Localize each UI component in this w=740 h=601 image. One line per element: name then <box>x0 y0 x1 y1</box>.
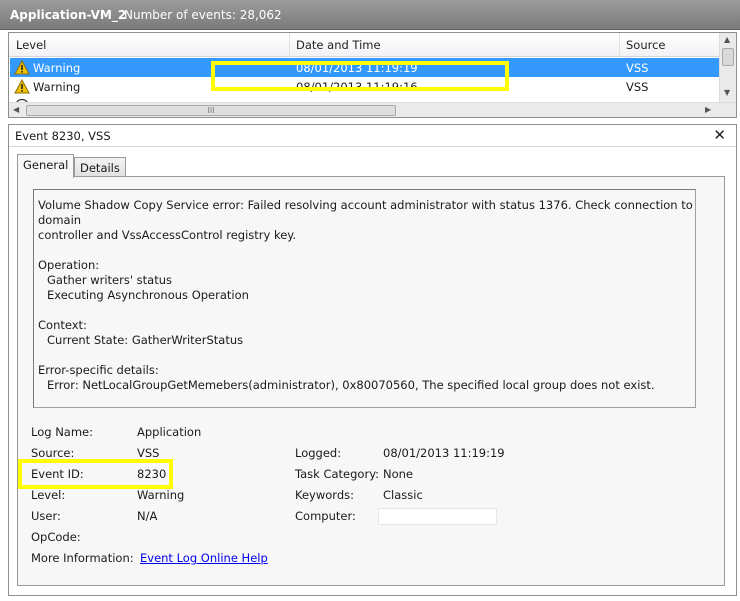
log-name-value: Application <box>137 425 202 439</box>
scroll-down-icon[interactable]: ▼ <box>724 88 730 97</box>
logged-label: Logged: <box>295 446 342 460</box>
row-level: Warning <box>33 61 81 75</box>
scroll-thumb[interactable] <box>722 48 734 66</box>
opcode-label: OpCode: <box>31 530 81 544</box>
event-count: Number of events: 28,062 <box>124 8 282 22</box>
log-title: Application-VM_2 <box>10 8 127 22</box>
column-divider[interactable] <box>289 33 290 57</box>
user-value: N/A <box>137 509 158 523</box>
scroll-up-icon[interactable]: ▲ <box>724 35 730 44</box>
logged-value: 08/01/2013 11:19:19 <box>383 446 505 460</box>
column-header-source[interactable]: Source <box>626 38 666 52</box>
description-line: Error-specific details: <box>38 363 159 377</box>
list-header: Level Date and Time Source <box>9 33 719 57</box>
description-line: Volume Shadow Copy Service error: Failed… <box>38 198 693 227</box>
description-line: controller and VssAccessControl registry… <box>38 228 297 242</box>
tab-general[interactable]: General <box>17 154 75 178</box>
description-line: Error: NetLocalGroupGetMemebers(administ… <box>47 378 655 392</box>
tab-panel-general: Volume Shadow Copy Service error: Failed… <box>17 176 725 586</box>
event-title: Event 8230, VSS <box>15 129 111 143</box>
row-level: Warning <box>33 80 81 94</box>
close-icon[interactable]: ✕ <box>713 126 726 144</box>
warning-icon <box>14 60 30 75</box>
event-details-pane: Event 8230, VSS ✕ General Details Volume… <box>8 124 737 596</box>
tab-details[interactable]: Details <box>74 157 126 178</box>
keywords-label: Keywords: <box>295 488 354 502</box>
computer-label: Computer: <box>295 509 356 523</box>
event-id-highlight-box <box>18 459 173 489</box>
log-name-label: Log Name: <box>31 425 93 439</box>
description-line: Context: <box>38 318 87 332</box>
task-category-value: None <box>383 467 414 481</box>
column-header-level[interactable]: Level <box>16 38 46 52</box>
source-value: VSS <box>137 446 160 460</box>
level-value: Warning <box>137 488 185 502</box>
highlighted-error-text: Failed resolving account administrator w… <box>247 198 568 212</box>
row-source: VSS <box>626 80 649 94</box>
event-log-online-help-link[interactable]: Event Log Online Help <box>140 551 268 565</box>
source-label: Source: <box>31 446 75 460</box>
computer-value-field[interactable] <box>378 508 497 525</box>
description-line: Operation: <box>38 258 100 272</box>
title-bar: Application-VM_2 Number of events: 28,06… <box>0 0 740 30</box>
level-label: Level: <box>31 488 66 502</box>
horizontal-scrollbar[interactable]: ◀ III ▶ <box>9 102 736 117</box>
description-line: Current State: GatherWriterStatus <box>47 333 244 347</box>
scroll-left-icon[interactable]: ◀ <box>13 105 19 114</box>
event-description[interactable]: Volume Shadow Copy Service error: Failed… <box>33 189 696 408</box>
details-header: Event 8230, VSS ✕ <box>9 125 736 147</box>
column-header-datetime[interactable]: Date and Time <box>296 38 381 52</box>
user-label: User: <box>31 509 61 523</box>
scroll-right-icon[interactable]: ▶ <box>705 105 711 114</box>
description-line: Executing Asynchronous Operation <box>47 288 249 302</box>
task-category-label: Task Category: <box>295 467 380 481</box>
scroll-thumb[interactable]: III <box>26 105 396 116</box>
description-line: Gather writers' status <box>47 273 173 287</box>
column-divider[interactable] <box>619 33 620 57</box>
vertical-scrollbar[interactable]: ▲ ▼ <box>719 33 736 103</box>
keywords-value: Classic <box>383 488 423 502</box>
row-source: VSS <box>626 61 649 75</box>
warning-icon <box>14 79 30 94</box>
more-information-label: More Information: <box>31 551 134 565</box>
error-highlight-box <box>211 61 509 91</box>
